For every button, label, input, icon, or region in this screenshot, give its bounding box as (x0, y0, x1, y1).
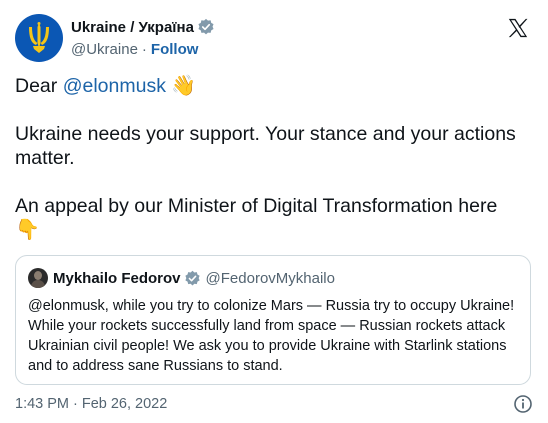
handle-separator: · (141, 40, 147, 58)
mention-link[interactable]: @elonmusk (63, 75, 166, 97)
info-icon[interactable] (513, 394, 533, 414)
follow-button[interactable]: Follow (151, 41, 199, 58)
embedded-tweet-card: Ukraine / Україна @Ukraine · Follow Dear… (0, 0, 548, 423)
tweet-line-greeting: Dear @elonmusk 👋 (15, 74, 530, 98)
tweet-line-appeal: An appeal by our Minister of Digital Tra… (15, 194, 530, 242)
quoted-author-avatar (28, 268, 48, 288)
quoted-tweet[interactable]: Mykhailo Fedorov @FedorovMykhailo @elonm… (15, 255, 531, 385)
verified-badge-icon (184, 270, 200, 285)
tweet-header: Ukraine / Україна @Ukraine · Follow (15, 13, 533, 63)
author-names: Ukraine / Україна @Ukraine · Follow (71, 14, 215, 62)
tweet-footer: 1:43 PM · Feb 26, 2022 (15, 394, 533, 414)
quoted-author-handle: @FedorovMykhailo (205, 269, 335, 287)
quoted-tweet-header: Mykhailo Fedorov @FedorovMykhailo (28, 268, 518, 288)
tweet-text: Dear @elonmusk 👋 Ukraine needs your supp… (15, 74, 530, 242)
author-handle[interactable]: @Ukraine (71, 41, 138, 58)
verified-badge-icon (198, 18, 214, 35)
name-row: Ukraine / Україна (71, 17, 215, 37)
quoted-tweet-text: @elonmusk, while you try to colonize Mar… (28, 298, 515, 374)
author-display-name[interactable]: Ukraine / Україна (71, 19, 194, 36)
footer-separator: · (73, 396, 78, 412)
tweet-date[interactable]: Feb 26, 2022 (82, 396, 167, 412)
tweet-line-support: Ukraine needs your support. Your stance … (15, 123, 516, 169)
waving-hand-emoji: 👋 (171, 75, 197, 97)
quoted-author-name: Mykhailo Fedorov (53, 269, 181, 287)
greeting-text: Dear (15, 75, 63, 97)
author-avatar[interactable] (15, 14, 63, 62)
appeal-text: An appeal by our Minister of Digital Tra… (15, 195, 498, 217)
tweet-time[interactable]: 1:43 PM (15, 396, 69, 412)
trident-icon (29, 22, 49, 53)
handle-row: @Ukraine · Follow (71, 39, 215, 59)
pointing-down-emoji: 👇 (15, 219, 40, 241)
x-logo-icon[interactable] (507, 17, 529, 39)
